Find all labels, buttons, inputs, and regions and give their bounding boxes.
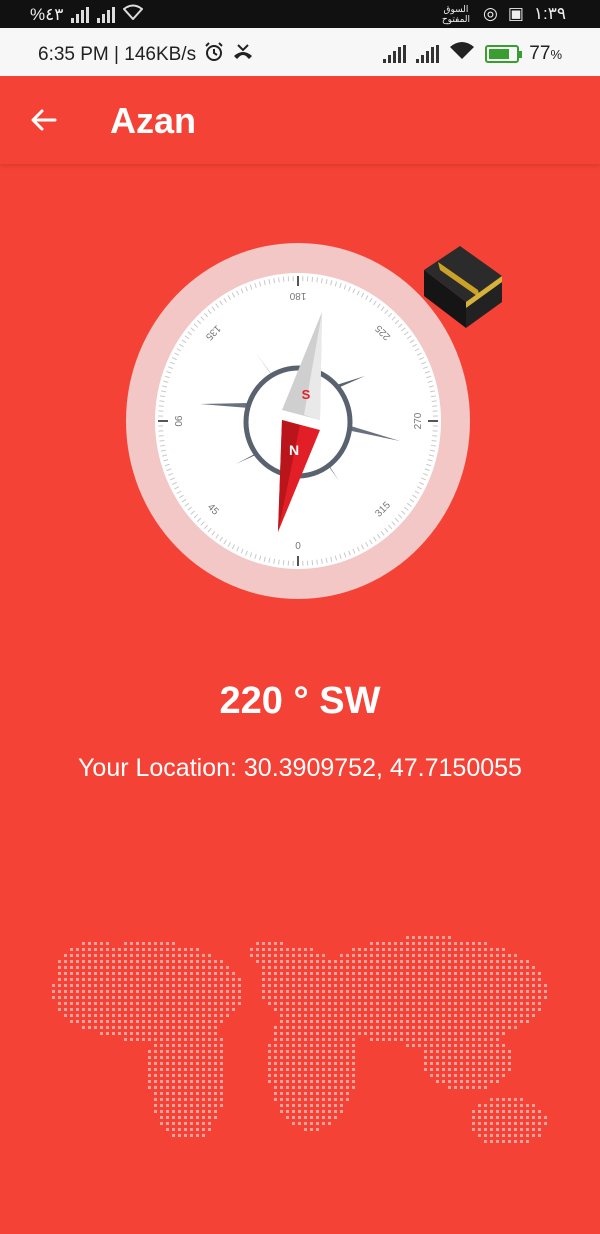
app-bar: Azan (0, 76, 600, 164)
system-overlay-bar: %٤٣ السوق المفتوح ◎ ▣ ١:٣٩ (0, 0, 600, 28)
location-coordinates: Your Location: 30.3909752, 47.7150055 (78, 754, 522, 782)
compass-tick (432, 435, 438, 437)
arrow-back-icon (31, 109, 57, 131)
back-button[interactable] (22, 98, 66, 142)
alarm-icon (204, 42, 224, 68)
compass-tick (431, 439, 437, 442)
compass-tick (282, 560, 285, 566)
overlay-right: السوق المفتوح ◎ ▣ ١:٣٩ (439, 4, 566, 24)
signal-icon (97, 6, 116, 23)
compass-dial-label: 270 (413, 412, 424, 429)
compass-tick (159, 439, 165, 442)
image-icon: ▣ (507, 4, 524, 23)
wifi-icon (122, 4, 144, 25)
compass-tick (159, 400, 165, 403)
qibla-heading: 220 ° SW (219, 680, 381, 722)
overlay-brand: السوق المفتوح (441, 4, 471, 24)
battery-percent: 77% (529, 43, 562, 64)
compass-tick (431, 400, 437, 403)
compass-tick (282, 276, 285, 282)
sync-icon: ◎ (482, 4, 498, 23)
compass-tick (316, 277, 318, 283)
compass-tick (158, 405, 164, 407)
compass-dial-label: 0 (295, 541, 301, 552)
compass-tick (278, 559, 280, 565)
kaaba-icon (420, 240, 506, 330)
time-and-speed: 6:35 PM | 146KB/s (38, 44, 197, 65)
battery-charging-icon (485, 45, 523, 63)
compass-tick (278, 277, 280, 283)
status-left: 6:35 PM | 146KB/s (38, 42, 254, 68)
overlay-left: %٤٣ (30, 4, 144, 25)
app-title: Azan (110, 100, 197, 141)
compass-tick (311, 560, 314, 566)
overlay-left-text: %٤٣ (30, 4, 64, 24)
compass-tick (158, 435, 164, 437)
signal-icon (383, 45, 407, 63)
needle-north-label: N (289, 442, 299, 458)
status-bar: 6:35 PM | 146KB/s 77% (0, 28, 600, 76)
world-map-image (36, 920, 566, 1220)
compass-tick (311, 276, 314, 282)
needle-south-label: S (302, 387, 311, 402)
compass-dial-label: 180 (289, 290, 306, 301)
overlay-clock: ١:٣٩ (533, 4, 566, 23)
compass-dial-label: 90 (172, 415, 183, 427)
wifi-icon (449, 41, 475, 67)
compass-tick (316, 559, 318, 565)
signal-icon (71, 6, 90, 23)
missed-call-icon (232, 42, 254, 68)
compass-tick (432, 405, 438, 407)
signal-icon (416, 45, 440, 63)
status-right: 77% (383, 41, 562, 67)
